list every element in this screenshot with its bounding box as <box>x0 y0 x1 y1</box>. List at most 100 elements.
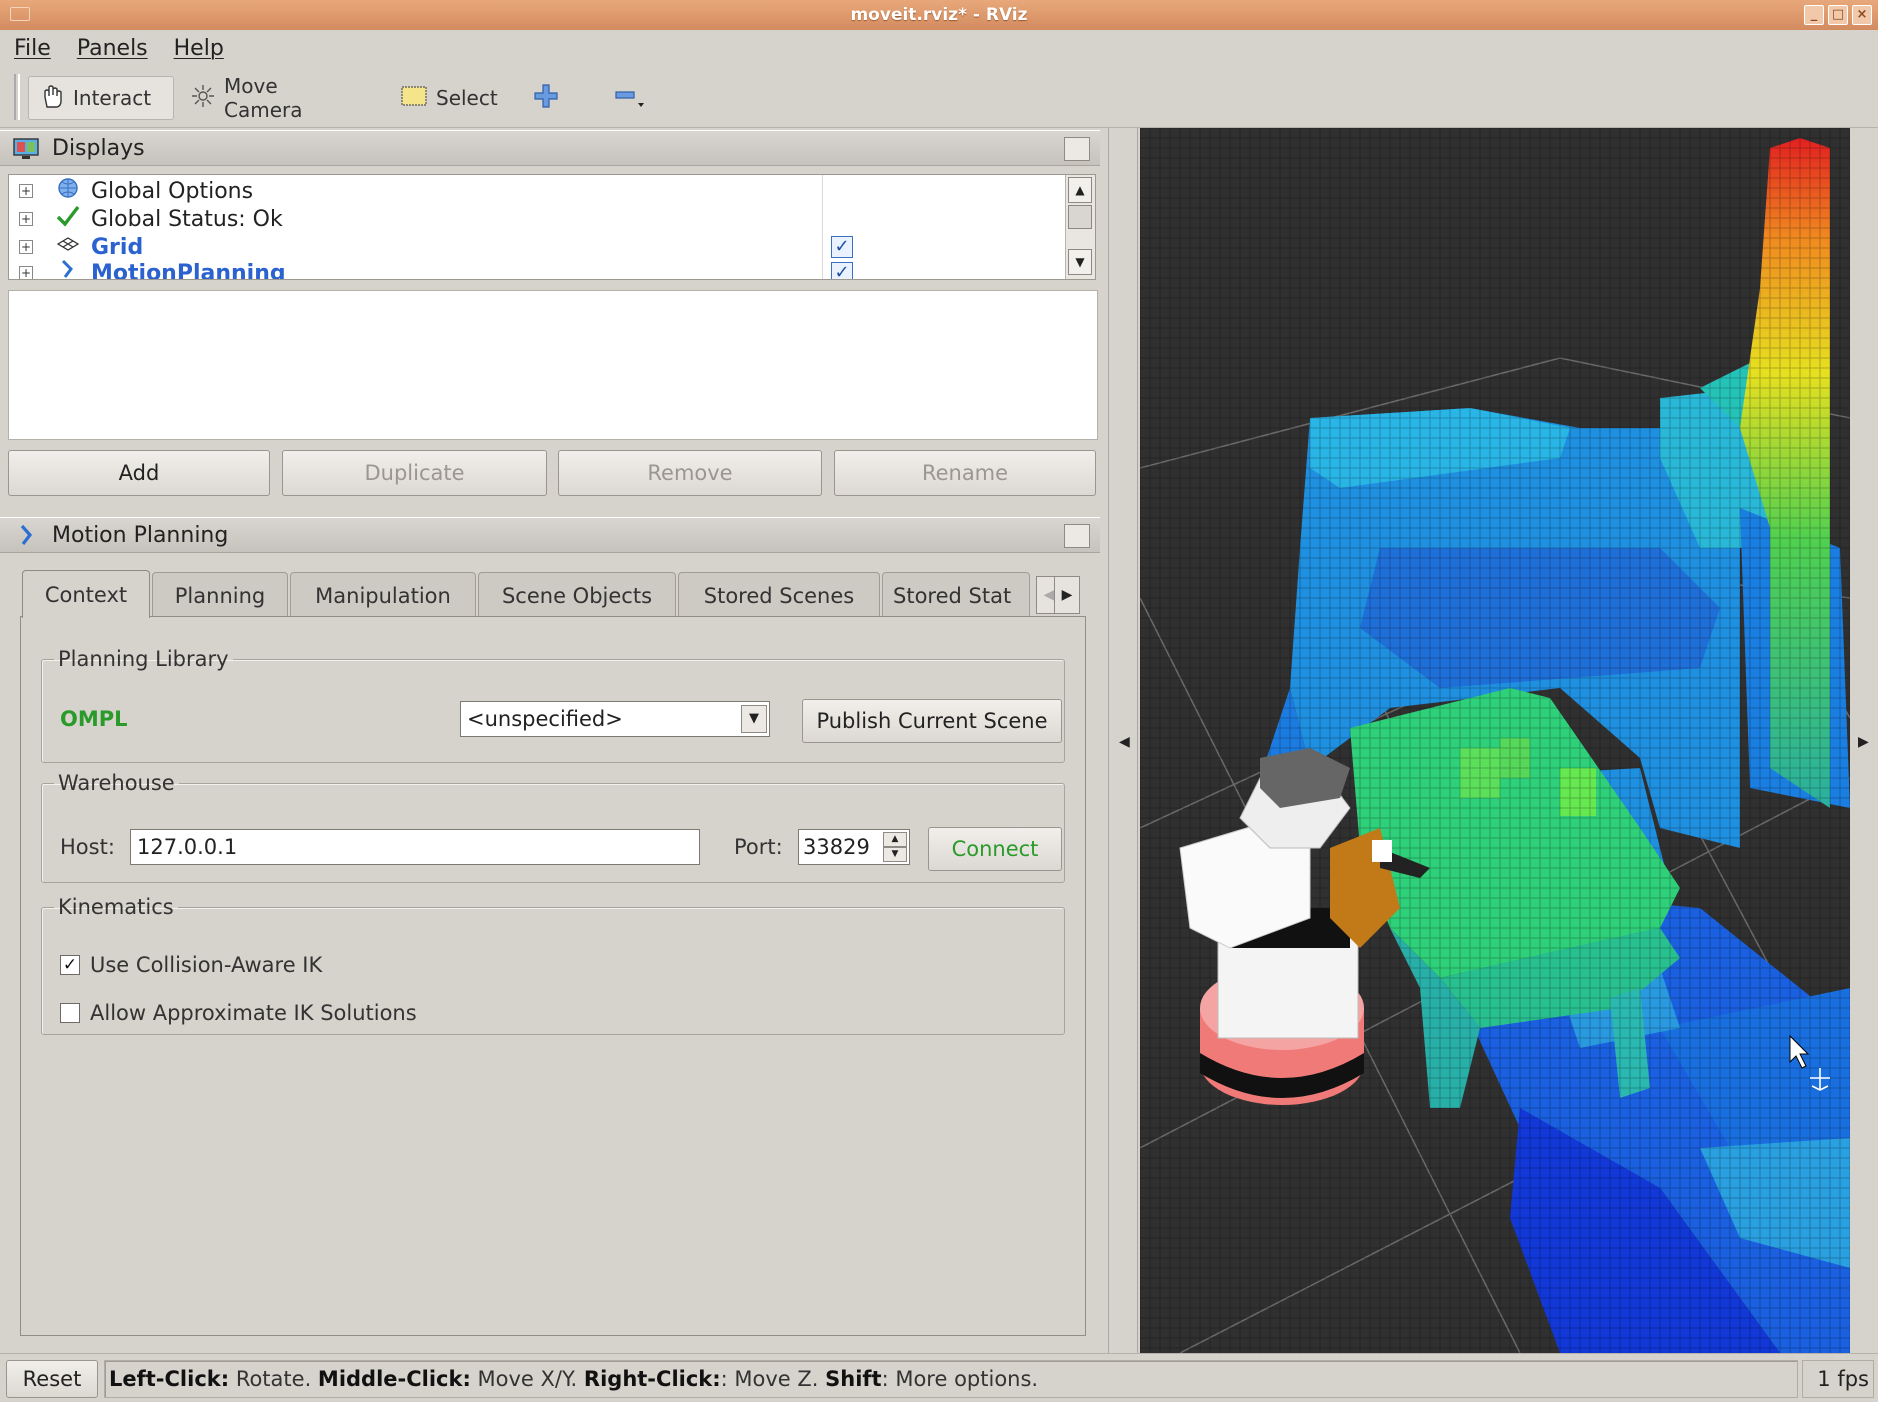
interact-tool[interactable]: Interact <box>28 76 174 120</box>
menu-file[interactable]: File <box>14 36 51 61</box>
warehouse-group: Warehouse Host: 127.0.0.1 Port: 33829 ▲ … <box>41 771 1065 883</box>
scene-render <box>1140 128 1850 1353</box>
maximize-button[interactable]: □ <box>1828 5 1848 25</box>
select-tool[interactable]: Select <box>390 76 508 120</box>
displays-tree[interactable]: + Global Options + Global Status: Ok + G… <box>8 174 1096 280</box>
select-label: Select <box>436 86 498 110</box>
status-bar: Reset Left-Click: Rotate. Middle-Click: … <box>0 1353 1878 1402</box>
motion-planning-panel-header: Motion Planning <box>0 517 1100 553</box>
menu-panels[interactable]: Panels <box>77 36 148 61</box>
tab-scroll-right[interactable]: ▶ <box>1054 576 1080 614</box>
display-description-area <box>8 290 1098 440</box>
tree-label: MotionPlanning <box>91 260 286 280</box>
kinematics-group: Kinematics ✓ Use Collision-Aware IK Allo… <box>41 895 1065 1035</box>
window-menu-icon[interactable] <box>10 7 30 21</box>
expand-right-icon[interactable]: ▶ <box>1858 734 1869 750</box>
expand-icon[interactable]: + <box>19 266 33 279</box>
add-tool-button[interactable] <box>522 76 578 120</box>
collapse-left-icon[interactable]: ◀ <box>1119 734 1130 750</box>
tools-toolbar: Interact Move Camera Select <box>0 66 1878 128</box>
collision-aware-ik-checkbox[interactable]: ✓ <box>60 955 80 975</box>
reset-view-button[interactable]: Reset <box>6 1360 98 1398</box>
motion-planning-title: Motion Planning <box>52 522 229 548</box>
tree-row-grid[interactable]: + Grid ✓ <box>9 233 1095 261</box>
port-decrement-button[interactable]: ▼ <box>883 847 907 862</box>
port-increment-button[interactable]: ▲ <box>883 832 907 847</box>
duplicate-display-button[interactable]: Duplicate <box>282 450 547 496</box>
move-camera-tool[interactable]: Move Camera <box>180 74 366 122</box>
displays-scrollbar[interactable]: ▲ ▼ <box>1065 175 1095 279</box>
scroll-thumb[interactable] <box>1068 205 1092 229</box>
planner-select[interactable]: <unspecified> ▼ <box>460 701 770 737</box>
collision-aware-ik-option[interactable]: ✓ Use Collision-Aware IK <box>60 953 322 977</box>
approximate-ik-option[interactable]: Allow Approximate IK Solutions <box>60 1001 417 1025</box>
tree-row-global-options[interactable]: + Global Options <box>9 177 1095 205</box>
warehouse-legend: Warehouse <box>58 771 175 795</box>
approximate-ik-checkbox[interactable] <box>60 1003 80 1023</box>
panel-splitter[interactable]: ◀ <box>1108 128 1138 1353</box>
tree-row-motion-planning[interactable]: + MotionPlanning ✓ <box>9 259 1095 280</box>
status-hint: Left-Click: Rotate. Middle-Click: Move X… <box>104 1360 1798 1398</box>
tab-planning[interactable]: Planning <box>152 572 288 618</box>
close-button[interactable]: × <box>1852 5 1872 25</box>
minus-icon <box>610 81 646 116</box>
motion-planning-icon <box>55 259 81 279</box>
planner-selected-value: <unspecified> <box>467 707 623 731</box>
expand-icon[interactable]: + <box>19 240 33 254</box>
approximate-ik-label: Allow Approximate IK Solutions <box>90 1001 417 1025</box>
hint-left-click-key: Left-Click: <box>109 1367 230 1391</box>
scroll-down-button[interactable]: ▼ <box>1068 249 1092 275</box>
tab-stored-states[interactable]: Stored Stat <box>882 572 1030 618</box>
host-field[interactable]: 127.0.0.1 <box>130 829 700 865</box>
tab-manipulation[interactable]: Manipulation <box>290 572 476 618</box>
tab-stored-scenes[interactable]: Stored Scenes <box>678 572 880 618</box>
select-icon <box>400 84 428 113</box>
context-tab-page: Planning Library OMPL <unspecified> ▼ Pu… <box>20 616 1086 1336</box>
expand-icon[interactable]: + <box>19 212 33 226</box>
expand-icon[interactable]: + <box>19 184 33 198</box>
tab-scene-objects[interactable]: Scene Objects <box>478 572 676 618</box>
menu-help[interactable]: Help <box>174 36 224 61</box>
kinematics-legend: Kinematics <box>58 895 174 919</box>
motion-planning-enabled-checkbox[interactable]: ✓ <box>831 262 853 279</box>
fps-indicator: 1 fps <box>1802 1360 1874 1398</box>
monitor-icon <box>12 137 40 167</box>
scroll-up-button[interactable]: ▲ <box>1068 177 1092 203</box>
motion-planning-float-button[interactable] <box>1064 524 1090 548</box>
rename-display-button[interactable]: Rename <box>834 450 1096 496</box>
tree-label: Grid <box>91 234 144 260</box>
toolbar-grip[interactable] <box>14 74 20 120</box>
tree-row-global-status[interactable]: + Global Status: Ok <box>9 205 1095 233</box>
right-panel-collapsed[interactable]: ▶ <box>1850 128 1878 1353</box>
move-camera-label: Move Camera <box>224 74 303 122</box>
motion-planning-icon <box>16 524 38 554</box>
window-title: moveit.rviz* - RViz <box>850 5 1028 25</box>
tab-context[interactable]: Context <box>22 570 150 618</box>
minimize-button[interactable]: _ <box>1804 5 1824 25</box>
hint-middle-click-key: Middle-Click: <box>317 1367 471 1391</box>
chevron-down-icon[interactable]: ▼ <box>741 705 767 733</box>
hint-shift-key: Shift <box>825 1367 882 1391</box>
grid-icon <box>55 234 81 260</box>
hint-right-click-key: Right-Click: <box>583 1367 721 1391</box>
3d-render-view[interactable] <box>1140 128 1850 1353</box>
publish-current-scene-button[interactable]: Publish Current Scene <box>802 699 1062 743</box>
title-bar: moveit.rviz* - RViz _ □ × <box>0 0 1878 30</box>
tree-label: Global Status: Ok <box>91 206 283 232</box>
port-spinbox[interactable]: 33829 ▲ ▼ <box>798 829 910 865</box>
grid-enabled-checkbox[interactable]: ✓ <box>831 236 853 258</box>
tree-label: Global Options <box>91 178 254 204</box>
hint-middle-click: Move X/Y. <box>470 1367 584 1391</box>
add-display-button[interactable]: Add <box>8 450 270 496</box>
remove-tool-button[interactable] <box>600 76 660 120</box>
plus-icon <box>532 82 560 115</box>
hint-left-click: Rotate. <box>229 1367 318 1391</box>
connect-button[interactable]: Connect <box>928 827 1062 871</box>
displays-title: Displays <box>52 135 145 161</box>
voxel-pattern-overlay <box>1140 128 1850 1353</box>
port-value: 33829 <box>803 835 870 859</box>
hand-icon <box>39 83 65 114</box>
checkmark-icon <box>55 205 81 233</box>
displays-float-button[interactable] <box>1064 137 1090 161</box>
remove-display-button[interactable]: Remove <box>558 450 822 496</box>
